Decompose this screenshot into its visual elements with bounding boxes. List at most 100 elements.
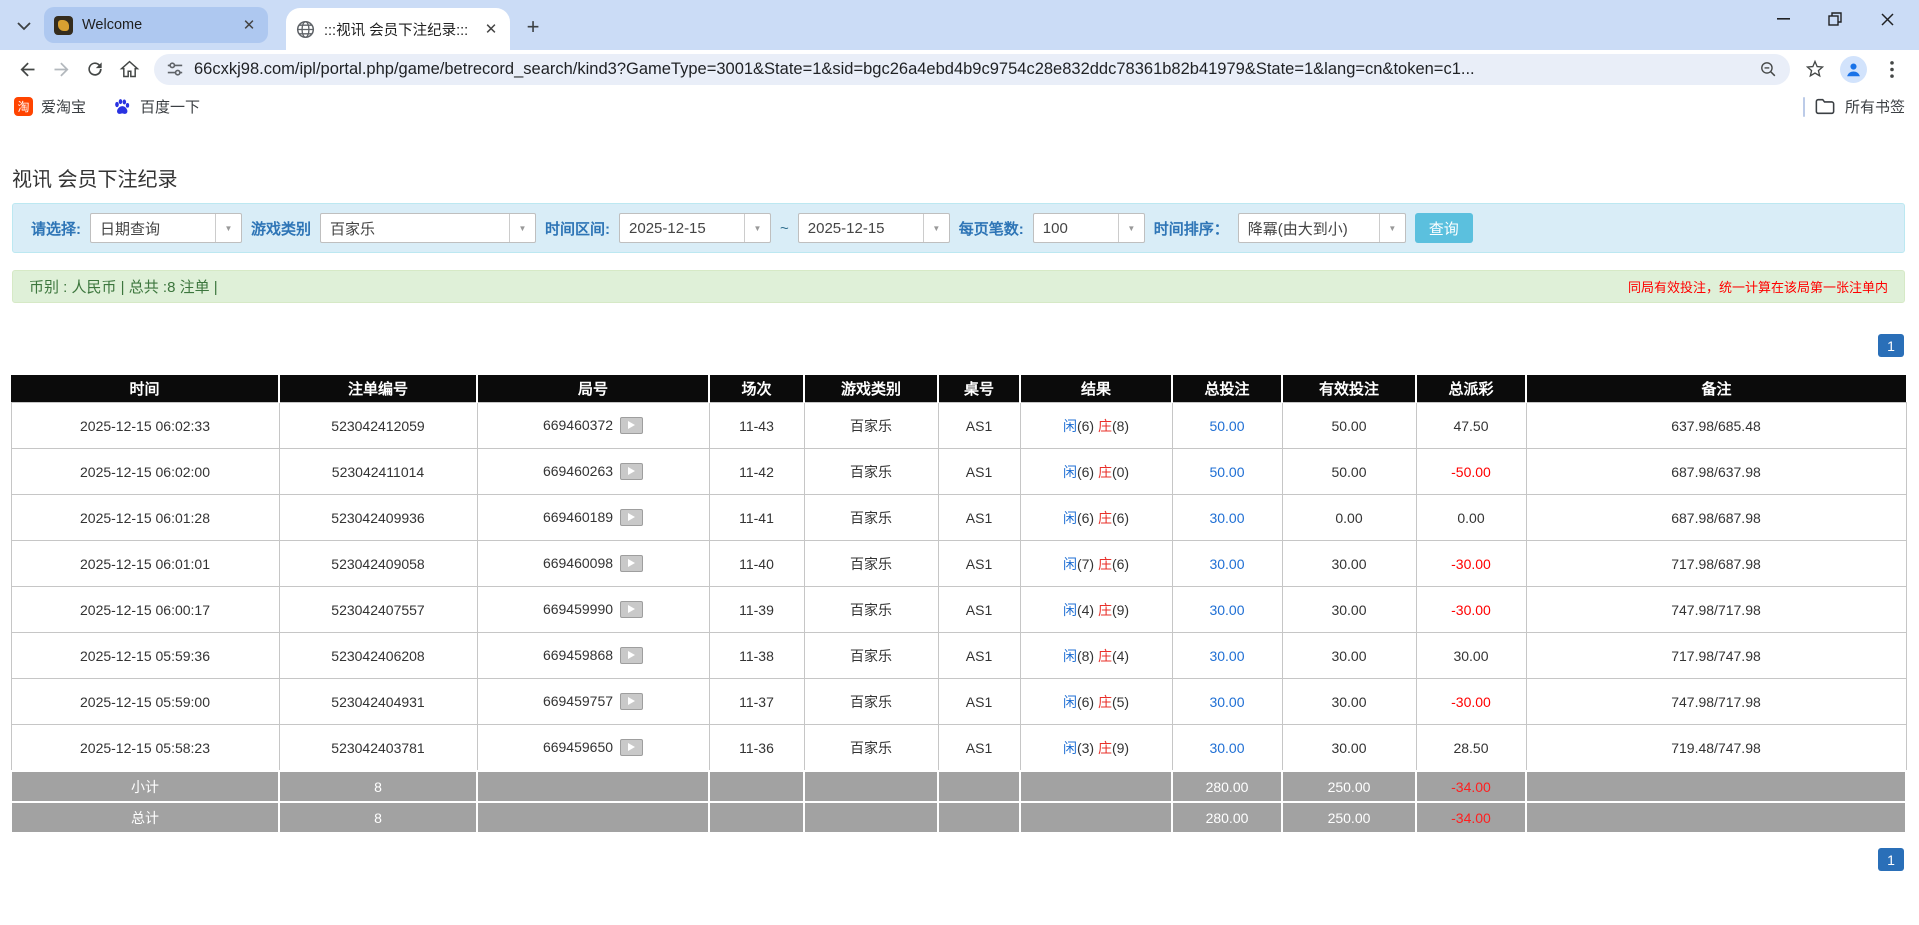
video-replay-icon[interactable]	[620, 509, 643, 526]
home-icon[interactable]	[112, 52, 146, 86]
total-bet-link[interactable]: 30.00	[1209, 510, 1244, 526]
chevron-down-icon: ▼	[1118, 214, 1144, 242]
reload-icon[interactable]	[78, 52, 112, 86]
tab-welcome[interactable]: Welcome ✕	[44, 7, 268, 43]
bookmark-aitaobao[interactable]: 淘 爱淘宝	[14, 96, 86, 117]
cell-total-bet[interactable]: 30.00	[1172, 725, 1282, 772]
video-replay-icon[interactable]	[620, 647, 643, 664]
date-to-select[interactable]: 2025-12-15 ▼	[798, 213, 950, 243]
sort-select[interactable]: 降冪(由大到小) ▼	[1238, 213, 1406, 243]
summary-empty	[938, 771, 1020, 802]
cell-note: 687.98/637.98	[1526, 449, 1906, 495]
site-info-tune-icon[interactable]	[166, 60, 184, 78]
summary-empty	[938, 802, 1020, 833]
cell-payout: -30.00	[1416, 679, 1526, 725]
cell-result: 闲(4) 庄(9)	[1020, 587, 1172, 633]
cell-table-no: AS1	[938, 495, 1020, 541]
url-text[interactable]: 66cxkj98.com/ipl/portal.php/game/betreco…	[194, 60, 1759, 79]
minimize-button[interactable]	[1757, 0, 1809, 38]
back-icon[interactable]	[10, 52, 44, 86]
cell-result: 闲(6) 庄(8)	[1020, 403, 1172, 449]
tab-betrecord[interactable]: :::视讯 会员下注纪录::: ✕	[286, 8, 510, 50]
tab-search-chevron-icon[interactable]	[10, 12, 38, 40]
bookmarks-bar: 淘 爱淘宝 百度一下 所有书签	[0, 88, 1919, 125]
total-bet-link[interactable]: 50.00	[1209, 464, 1244, 480]
subtotal-row: 小计8280.00250.00-34.00	[11, 771, 1906, 802]
all-bookmarks[interactable]: 所有书签	[1803, 96, 1905, 117]
cell-note: 637.98/685.48	[1526, 403, 1906, 449]
cell-payout: -30.00	[1416, 587, 1526, 633]
video-replay-icon[interactable]	[620, 601, 643, 618]
total-bet-link[interactable]: 30.00	[1209, 694, 1244, 710]
cell-time: 2025-12-15 05:59:36	[11, 633, 279, 679]
page-size-select[interactable]: 100 ▼	[1033, 213, 1145, 243]
tab-close-icon[interactable]: ✕	[240, 16, 258, 34]
pagination-page-1-top[interactable]: 1	[1878, 334, 1904, 357]
total-bet-link[interactable]: 30.00	[1209, 556, 1244, 572]
total-bet-link[interactable]: 30.00	[1209, 648, 1244, 664]
cell-total-bet[interactable]: 50.00	[1172, 403, 1282, 449]
cell-bet-no: 523042406208	[279, 633, 477, 679]
cell-note: 747.98/717.98	[1526, 587, 1906, 633]
total-bet-link[interactable]: 30.00	[1209, 602, 1244, 618]
site-favicon	[54, 16, 73, 35]
pagination-page-1-bottom[interactable]: 1	[1878, 848, 1904, 871]
cell-session: 11-38	[709, 633, 804, 679]
cell-total-bet[interactable]: 30.00	[1172, 495, 1282, 541]
cell-payout: 47.50	[1416, 403, 1526, 449]
video-replay-icon[interactable]	[620, 417, 643, 434]
cell-game-type: 百家乐	[804, 403, 938, 449]
table-row: 2025-12-15 06:01:28523042409936669460189…	[11, 495, 1906, 541]
cell-game-type: 百家乐	[804, 587, 938, 633]
video-replay-icon[interactable]	[620, 555, 643, 572]
player-result: 闲	[1063, 556, 1077, 572]
cell-round-no: 669459650	[477, 725, 709, 772]
cell-total-bet[interactable]: 30.00	[1172, 679, 1282, 725]
cell-total-bet[interactable]: 30.00	[1172, 587, 1282, 633]
video-replay-icon[interactable]	[620, 463, 643, 480]
cell-result: 闲(6) 庄(6)	[1020, 495, 1172, 541]
summary-empty	[804, 802, 938, 833]
cell-result: 闲(6) 庄(5)	[1020, 679, 1172, 725]
total-bet-link[interactable]: 30.00	[1209, 740, 1244, 756]
cell-round-no: 669459990	[477, 587, 709, 633]
cell-result: 闲(8) 庄(4)	[1020, 633, 1172, 679]
summary-total-bet: 280.00	[1172, 802, 1282, 833]
cell-session: 11-43	[709, 403, 804, 449]
tab-close-icon[interactable]: ✕	[482, 20, 500, 38]
cell-total-bet[interactable]: 50.00	[1172, 449, 1282, 495]
column-header: 结果	[1020, 375, 1172, 403]
chevron-down-icon: ▼	[923, 214, 949, 242]
query-type-select[interactable]: 日期查询 ▼	[90, 213, 242, 243]
bookmark-baidu[interactable]: 百度一下	[112, 96, 200, 117]
column-header: 时间	[11, 375, 279, 403]
query-button[interactable]: 查询	[1415, 213, 1473, 243]
cell-total-bet[interactable]: 30.00	[1172, 633, 1282, 679]
profile-avatar[interactable]	[1840, 56, 1867, 83]
player-result: 闲	[1063, 740, 1077, 756]
game-type-select[interactable]: 百家乐 ▼	[320, 213, 536, 243]
restore-button[interactable]	[1809, 0, 1861, 38]
address-bar[interactable]: 66cxkj98.com/ipl/portal.php/game/betreco…	[154, 54, 1790, 85]
toolbar-right	[1798, 52, 1909, 86]
cell-total-bet[interactable]: 30.00	[1172, 541, 1282, 587]
cell-round-no: 669459868	[477, 633, 709, 679]
cell-time: 2025-12-15 05:58:23	[11, 725, 279, 772]
same-round-note: 同局有效投注，统一计算在该局第一张注单内	[1628, 277, 1888, 296]
browser-toolbar: 66cxkj98.com/ipl/portal.php/game/betreco…	[0, 50, 1919, 88]
summary-label: 总计	[11, 802, 279, 833]
menu-dots-icon[interactable]	[1875, 52, 1909, 86]
bookmark-star-icon[interactable]	[1798, 52, 1832, 86]
zoom-out-icon[interactable]	[1759, 60, 1778, 79]
cell-valid-bet: 50.00	[1282, 449, 1416, 495]
column-header: 局号	[477, 375, 709, 403]
date-from-select[interactable]: 2025-12-15 ▼	[619, 213, 771, 243]
video-replay-icon[interactable]	[620, 739, 643, 756]
summary-empty	[1020, 771, 1172, 802]
forward-icon[interactable]	[44, 52, 78, 86]
new-tab-button[interactable]: +	[518, 12, 548, 42]
video-replay-icon[interactable]	[620, 693, 643, 710]
total-bet-link[interactable]: 50.00	[1209, 418, 1244, 434]
close-button[interactable]	[1861, 0, 1913, 38]
all-bookmarks-label: 所有书签	[1845, 96, 1905, 117]
